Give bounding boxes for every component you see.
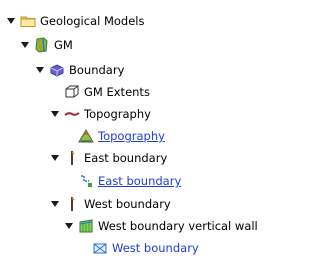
surface-line-icon (64, 106, 80, 122)
tree-node-label: East boundary (84, 151, 168, 165)
expand-arrow-icon[interactable] (64, 221, 74, 231)
boundary-line-icon (64, 150, 80, 166)
vertical-wall-icon (78, 218, 94, 234)
geological-model-icon (34, 37, 50, 53)
tree-node-gm[interactable]: GM (20, 34, 73, 56)
expand-arrow-icon[interactable] (50, 153, 60, 163)
terrain-surface-icon (78, 128, 94, 144)
expand-arrow-icon[interactable] (6, 16, 16, 26)
folder-icon (20, 13, 36, 29)
tree-node-label: GM Extents (84, 85, 150, 99)
polyline-icon (78, 173, 94, 189)
tree-node-boundary[interactable]: Boundary (35, 59, 124, 81)
boundary-icon (49, 62, 65, 78)
tree-node-west-boundary-wall[interactable]: West boundary vertical wall (64, 215, 258, 237)
tree-node-label: GM (54, 38, 73, 52)
tree-node-geological-models[interactable]: Geological Models (6, 10, 145, 32)
tree-node-east-boundary[interactable]: East boundary (50, 147, 167, 169)
east-boundary-link[interactable]: East boundary (98, 173, 181, 189)
tree-node-label: West boundary vertical wall (98, 219, 258, 233)
tree-node-label: Boundary (69, 63, 125, 77)
tree-node-east-boundary-polyline[interactable]: East boundary (78, 170, 181, 192)
tree-node-label: Geological Models (40, 14, 145, 28)
tree-node-west-boundary[interactable]: West boundary (50, 193, 171, 215)
west-boundary-link[interactable]: West boundary (112, 240, 199, 256)
boundary-line-icon (64, 196, 80, 212)
tree-node-west-boundary-mesh[interactable]: West boundary (92, 238, 199, 258)
tree-node-label: West boundary (84, 197, 171, 211)
tree-node-gm-extents[interactable]: GM Extents (64, 81, 150, 103)
project-tree: Geological Models GM Boundary GM Extents… (0, 0, 292, 259)
mesh-icon (92, 240, 108, 256)
expand-arrow-icon[interactable] (50, 109, 60, 119)
expand-arrow-icon[interactable] (35, 65, 45, 75)
tree-node-topography[interactable]: Topography (50, 103, 151, 125)
expand-arrow-icon[interactable] (50, 199, 60, 209)
extents-box-icon (64, 84, 80, 100)
topography-link[interactable]: Topography (98, 128, 165, 144)
tree-node-label: Topography (84, 107, 151, 121)
expand-arrow-icon[interactable] (20, 40, 30, 50)
tree-node-topography-surface[interactable]: Topography (78, 125, 165, 147)
